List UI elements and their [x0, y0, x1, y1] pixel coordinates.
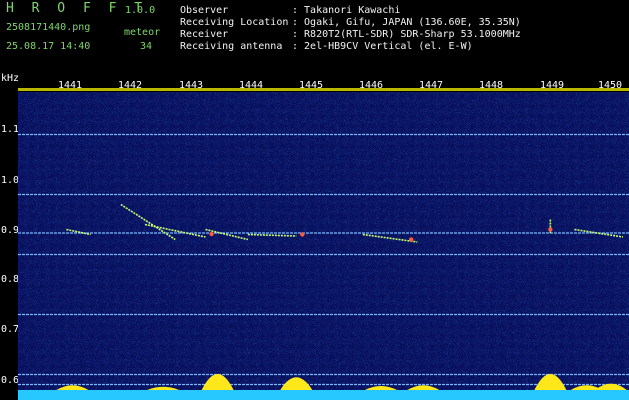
- y-tick-label: 1.0: [1, 175, 20, 186]
- detection-count: 34: [140, 41, 153, 52]
- info-key-antenna: Receiving antenna: [180, 41, 283, 52]
- detection-band: [18, 390, 629, 400]
- meteor-echo-peak: [209, 231, 214, 237]
- meteor-echo-peak: [300, 232, 305, 237]
- file-datetime: 25.08.17 14:40: [6, 41, 91, 52]
- hrofft-window: H R O F F T 1.0.0 2508171440.png 25.08.1…: [0, 0, 629, 400]
- meteor-echo-peak: [409, 237, 414, 242]
- detection-label: meteor: [124, 27, 161, 38]
- file-name: 2508171440.png: [6, 22, 91, 33]
- meteor-echo-peak: [548, 227, 553, 232]
- app-version: 1.0.0: [125, 5, 156, 16]
- y-tick-label: 1.1: [1, 124, 20, 135]
- info-key-location: Receiving Location: [180, 17, 289, 28]
- info-value-location: : Ogaki, Gifu, JAPAN (136.60E, 35.35N): [292, 17, 521, 28]
- info-value-receiver: : R820T2(RTL-SDR) SDR-Sharp 53.1000MHz: [292, 29, 521, 40]
- y-tick-label: 0.9: [1, 225, 20, 236]
- y-tick-label: 0.7: [1, 324, 20, 335]
- info-key-receiver: Receiver: [180, 29, 229, 40]
- info-value-observer: : Takanori Kawachi: [292, 5, 401, 16]
- info-value-antenna: : 2el-HB9CV Vertical (el. E-W): [292, 41, 473, 52]
- y-tick-label: 0.6: [1, 375, 20, 386]
- y-tick-label: 0.8: [1, 274, 20, 285]
- spectrogram-plot: [18, 92, 629, 400]
- spectrogram-noise: [18, 92, 629, 400]
- plot-top-border: [18, 88, 629, 91]
- y-axis-unit-label: kHz: [1, 73, 20, 84]
- info-key-observer: Observer: [180, 5, 229, 16]
